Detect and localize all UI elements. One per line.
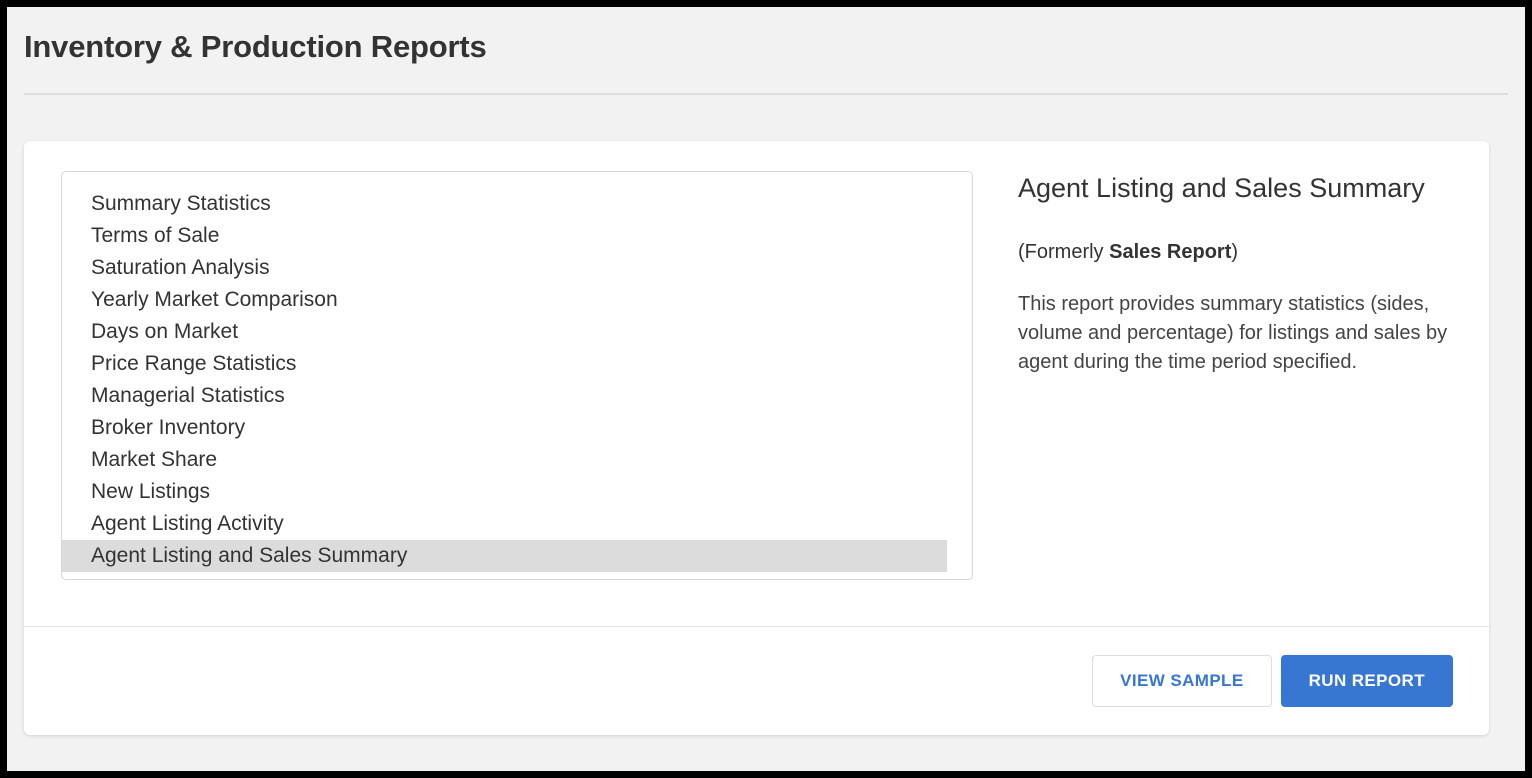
report-detail-pane: Agent Listing and Sales Summary (Formerl… [973,171,1455,626]
report-list-item[interactable]: Saturation Analysis [62,252,947,284]
report-list-item[interactable]: Days on Market [62,316,947,348]
formerly-suffix: ) [1231,240,1239,263]
report-list-item[interactable]: Terms of Sale [62,220,947,252]
report-description: This report provides summary statistics … [1018,292,1448,373]
card-body: Summary Statistics Terms of Sale Saturatio… [24,141,1489,626]
report-list-item[interactable]: Broker Inventory [62,412,947,444]
formerly-prefix: (Formerly [1018,240,1110,263]
report-list-item[interactable]: Summary Statistics [62,188,947,220]
run-report-button[interactable]: RUN REPORT [1280,655,1453,707]
report-list[interactable]: Summary Statistics Terms of Sale Saturatio… [61,171,973,580]
card-footer: VIEW SAMPLE RUN REPORT [24,626,1489,735]
page-title: Inventory & Production Reports [24,29,487,64]
report-list-item[interactable]: Agent Listing and Sales Summary [62,540,947,572]
page-header: Inventory & Production Reports [7,7,1525,65]
report-list-item[interactable]: New Listings [62,476,947,508]
header-divider [24,92,1508,95]
report-list-item[interactable]: Agent Listing Activity [62,508,947,540]
app-viewport: Inventory & Production Reports Summary S… [7,7,1525,771]
view-sample-button[interactable]: VIEW SAMPLE [1092,655,1272,707]
report-list-item[interactable]: Managerial Statistics [62,380,947,412]
formerly-report-name: Sales Report [1109,240,1232,263]
report-selection-card: Summary Statistics Terms of Sale Saturatio… [24,141,1489,735]
report-detail-title: Agent Listing and Sales Summary [1018,173,1425,203]
report-list-item[interactable]: Yearly Market Comparison [62,284,947,316]
report-list-item[interactable]: Market Share [62,444,947,476]
report-list-item[interactable]: Price Range Statistics [62,348,947,380]
report-formerly-name: (Formerly Sales Report) [1018,238,1455,266]
